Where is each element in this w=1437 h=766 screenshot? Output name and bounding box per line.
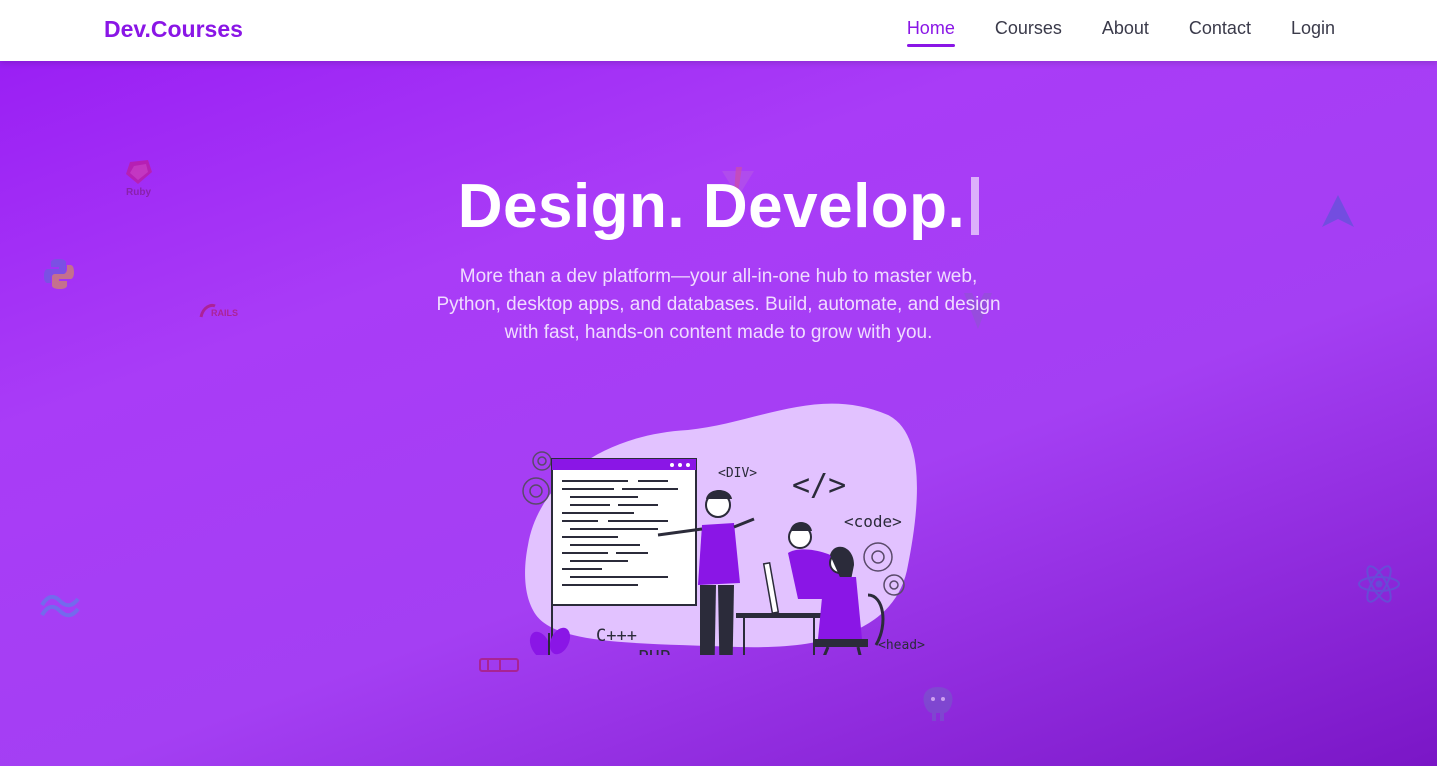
navbar: Dev.Courses Home Courses About Contact L… [0,0,1437,61]
nav-link-contact[interactable]: Contact [1189,18,1251,47]
brand-logo[interactable]: Dev.Courses [104,16,243,43]
tag-php: PHP [638,647,671,655]
rails-text: RAILS [211,308,238,318]
developers-illustration: <DIV> </> <code> C+++ PHP <head> [518,395,928,699]
tag-close-slash: </> [792,468,846,503]
plant-icon [529,627,571,699]
python-icon [42,257,76,296]
tag-code: <code> [844,512,902,531]
rails-icon: RAILS [199,303,243,324]
typing-cursor [971,177,980,235]
react-icon [1356,563,1402,610]
nav-link-about[interactable]: About [1102,18,1149,47]
hero-title-text: Design. Develop. [457,172,966,241]
nav-link-courses[interactable]: Courses [995,18,1062,47]
hero-subtitle: More than a dev platform—your all-in-one… [436,266,1001,343]
tag-head: <head> [878,638,925,653]
laravel-icon [478,655,520,680]
tailwind-icon [40,594,80,624]
nav-links: Home Courses About Contact Login [906,18,1335,47]
postgresql-icon [918,683,958,730]
nav-link-home[interactable]: Home [906,18,955,47]
gear-icon-left [522,451,552,505]
tag-cpp: C+++ [596,626,637,646]
nav-link-login[interactable]: Login [1291,18,1335,47]
tag-div: <DIV> [718,466,757,481]
hero-section: Ruby RAILS Design. Develop. More than a … [0,61,1437,766]
hero-title: Design. Develop. [0,171,1437,242]
